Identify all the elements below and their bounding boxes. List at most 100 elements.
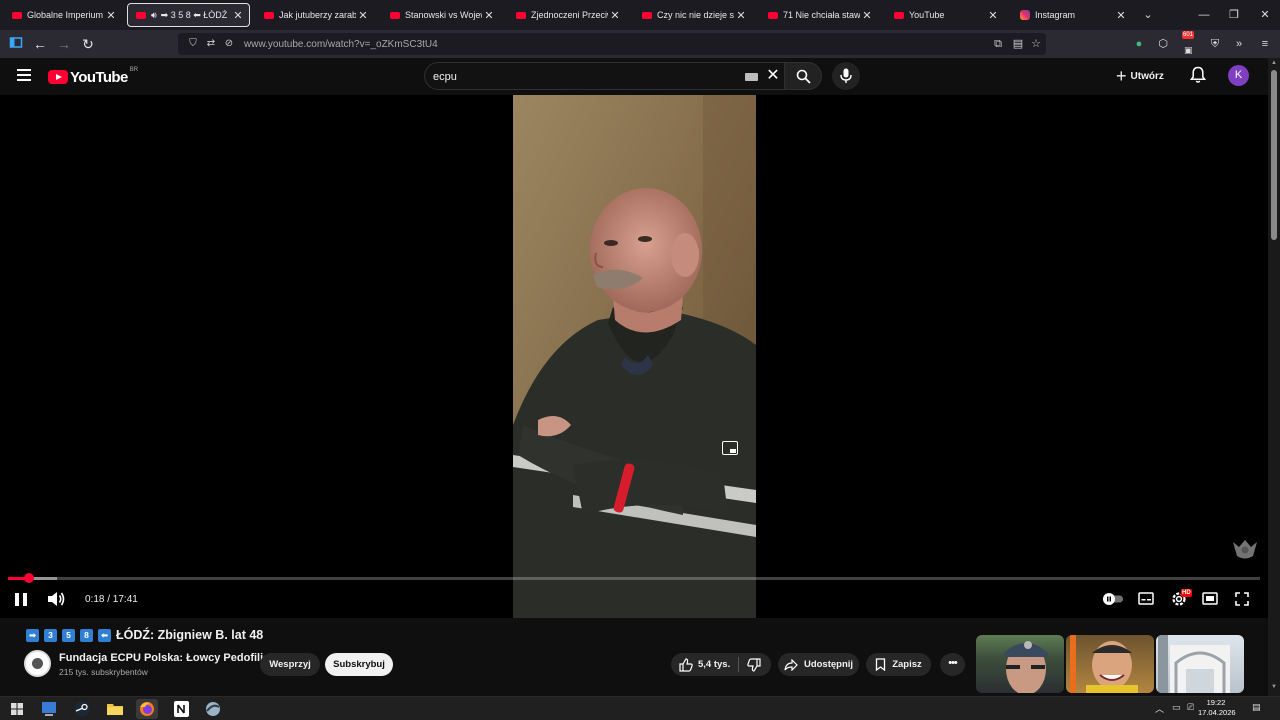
like-button[interactable]: 5,4 tys. xyxy=(671,653,738,676)
notifications-bell-icon[interactable] xyxy=(1189,66,1207,89)
shield-extension-icon[interactable]: ⛨ xyxy=(1206,35,1224,53)
video-player[interactable]: 0:18 / 17:41 HD xyxy=(0,95,1268,618)
overflow-chevron-icon[interactable]: » xyxy=(1230,35,1248,53)
close-tab-icon[interactable]: ✕ xyxy=(860,9,874,22)
notion-icon[interactable] xyxy=(170,699,192,719)
keyboard-icon[interactable] xyxy=(745,73,758,81)
scroll-down-arrow-icon[interactable]: ▼ xyxy=(1270,684,1278,690)
account-avatar[interactable]: K xyxy=(1228,65,1249,86)
close-window-icon[interactable]: ✕ xyxy=(1256,6,1274,24)
permissions-icon[interactable]: ⇄ xyxy=(204,37,218,51)
tab-3[interactable]: Jak jutuberzy zarabiają n ✕ xyxy=(256,3,374,27)
related-video-thumbnail[interactable] xyxy=(1156,635,1244,693)
dislike-button[interactable] xyxy=(739,653,771,676)
more-actions-icon[interactable]: ••• xyxy=(940,653,965,676)
url-text[interactable]: www.youtube.com/watch?v=_oZKmSC3tU4 xyxy=(244,39,438,50)
clear-search-icon[interactable]: ✕ xyxy=(765,67,781,85)
tab-2-active[interactable]: 🔊︎ ➡ 3 5 8 ⬅ ŁÓDŹ ✕ xyxy=(127,3,250,27)
tab-list-chevron-icon[interactable]: ⌄ xyxy=(1139,6,1157,24)
search-input[interactable] xyxy=(433,68,733,86)
tab-7[interactable]: 71 Nie chciała stawać (M ✕ xyxy=(760,3,878,27)
pause-button[interactable] xyxy=(12,588,30,610)
youtube-play-icon xyxy=(48,70,68,84)
keycap-arrow-left: ⬅ xyxy=(98,628,111,642)
video-frame[interactable] xyxy=(513,95,756,618)
scrubber-handle[interactable] xyxy=(24,573,35,583)
fullscreen-button[interactable] xyxy=(1234,588,1250,610)
hamburger-menu-icon[interactable] xyxy=(14,66,34,86)
back-icon[interactable]: ← xyxy=(31,35,49,53)
vpn-extension-icon[interactable]: ● xyxy=(1130,35,1148,53)
channel-watermark-icon[interactable] xyxy=(1232,539,1258,561)
save-button[interactable]: Zapisz xyxy=(866,653,931,676)
blocked-media-icon[interactable]: ⊘ xyxy=(222,37,236,51)
autoplay-icon xyxy=(1103,593,1123,605)
search-button[interactable] xyxy=(784,62,822,90)
notification-center-icon[interactable]: ▤ xyxy=(1252,702,1261,713)
autoplay-toggle[interactable] xyxy=(1102,592,1124,614)
tab-1[interactable]: Globalne Imperium Bezk ✕ xyxy=(4,3,122,27)
reader-view-icon[interactable]: ▤ xyxy=(1010,36,1026,52)
instagram-icon xyxy=(1020,10,1030,20)
tab-8[interactable]: YouTube ✕ xyxy=(886,3,1004,27)
forward-icon[interactable]: → xyxy=(55,35,73,53)
file-explorer-icon[interactable] xyxy=(104,699,126,719)
scrollbar-thumb[interactable] xyxy=(1271,70,1277,240)
url-bar[interactable]: ⛉ ⇄ ⊘ www.youtube.com/watch?v=_oZKmSC3tU… xyxy=(178,33,1046,55)
tab-9[interactable]: Instagram ✕ xyxy=(1012,3,1132,27)
start-windows-icon[interactable] xyxy=(6,699,28,719)
scroll-up-arrow-icon[interactable]: ▲ xyxy=(1270,60,1278,66)
pc-app-icon[interactable] xyxy=(38,699,60,719)
taskbar-clock[interactable]: 19:22 17.04.2026 xyxy=(1198,698,1236,718)
related-video-thumbnail[interactable] xyxy=(976,635,1064,693)
youtube-logo[interactable]: YouTube BR xyxy=(48,67,138,87)
tab-title: ➡ 3 5 8 ⬅ ŁÓDŹ xyxy=(160,9,228,20)
video-frame-image xyxy=(513,95,756,618)
page-scrollbar[interactable]: ▲ ▼ xyxy=(1268,58,1280,696)
miniplayer-icon[interactable] xyxy=(722,441,738,455)
network-icon[interactable]: ▭ xyxy=(1172,702,1181,713)
subtitles-icon xyxy=(1138,592,1154,605)
close-tab-icon[interactable]: ✕ xyxy=(734,9,748,22)
close-tab-icon[interactable]: ✕ xyxy=(608,9,622,22)
subtitles-button[interactable] xyxy=(1138,588,1154,610)
minimize-icon[interactable]: — xyxy=(1195,6,1213,24)
tab-4[interactable]: Stanowski vs Wojewódzk ✕ xyxy=(382,3,500,27)
firefox-icon[interactable] xyxy=(136,699,158,719)
create-button[interactable]: + Utwórz xyxy=(1116,66,1164,86)
share-button[interactable]: Udostępnij xyxy=(778,653,859,676)
close-tab-icon[interactable]: ✕ xyxy=(986,9,1000,22)
theater-mode-button[interactable] xyxy=(1202,588,1218,610)
close-tab-icon[interactable]: ✕ xyxy=(356,9,370,22)
bookmark-star-icon[interactable]: ☆ xyxy=(1028,36,1044,52)
close-tab-icon[interactable]: ✕ xyxy=(231,9,245,22)
channel-avatar[interactable] xyxy=(24,650,51,677)
tab-6[interactable]: Czy nic nie dzieje się przy ✕ xyxy=(634,3,752,27)
close-tab-icon[interactable]: ✕ xyxy=(482,9,496,22)
app-menu-icon[interactable]: ≡ xyxy=(1256,35,1274,53)
tab-5[interactable]: Zjednoczeni Przeciw Rasi ✕ xyxy=(508,3,626,27)
progress-bar[interactable] xyxy=(8,573,1260,583)
tray-chevron-icon[interactable]: ︿ xyxy=(1155,702,1164,715)
speaker-icon[interactable]: 🔊︎ xyxy=(151,10,157,21)
ublock-extension-icon[interactable]: 601 ▣ xyxy=(1180,31,1198,55)
reload-icon[interactable]: ↻ xyxy=(79,35,97,53)
voice-search-button[interactable] xyxy=(832,62,860,90)
volume-button[interactable] xyxy=(46,588,66,610)
related-video-thumbnail[interactable] xyxy=(1066,635,1154,693)
settings-button[interactable]: HD xyxy=(1170,588,1192,610)
extensions-puzzle-icon[interactable]: ⬡ xyxy=(1154,35,1172,53)
support-button[interactable]: Wesprzyj xyxy=(260,653,320,676)
steam-icon[interactable] xyxy=(71,699,93,719)
subscribe-button[interactable]: Subskrybuj xyxy=(325,653,393,676)
pip-url-icon[interactable]: ⧉ xyxy=(990,36,1006,52)
close-tab-icon[interactable]: ✕ xyxy=(1114,9,1128,22)
display-icon[interactable]: ⎚ xyxy=(1187,702,1194,713)
restore-icon[interactable]: ❐ xyxy=(1225,6,1243,24)
channel-name[interactable]: Fundacja ECPU Polska: Łowcy Pedofili xyxy=(59,652,263,664)
sidebar-toggle-icon[interactable] xyxy=(7,35,25,53)
shield-icon[interactable]: ⛉ xyxy=(186,37,200,51)
app-icon[interactable] xyxy=(202,699,224,719)
keycap-arrow-right: ➡ xyxy=(26,628,39,642)
close-tab-icon[interactable]: ✕ xyxy=(104,9,118,22)
